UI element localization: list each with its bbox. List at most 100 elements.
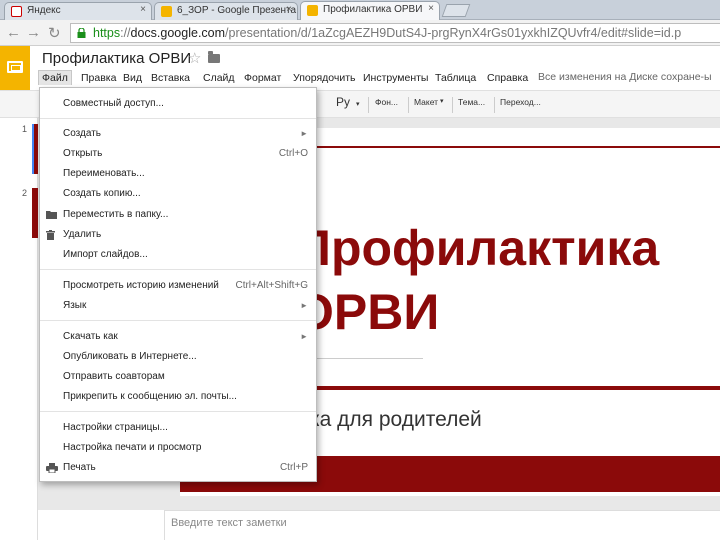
menu-label: Совместный доступ...: [63, 98, 164, 109]
menu-revision-history[interactable]: Просмотреть историю изменений Ctrl+Alt+Sh…: [40, 276, 316, 295]
menu-open[interactable]: Открыть Ctrl+O: [40, 144, 316, 163]
menu-language[interactable]: Язык ►: [40, 296, 316, 315]
save-status: Все изменения на Диске сохране-ы: [538, 71, 712, 83]
menu-label: Импорт слайдов...: [63, 249, 148, 260]
tab-label: 6_ЗОР - Google Презента: [177, 5, 297, 16]
menu-label: Настройка печати и просмотр: [63, 442, 202, 453]
star-icon[interactable]: ☆: [188, 49, 201, 67]
menu-rename[interactable]: Переименовать...: [40, 164, 316, 183]
tab-label: Яндекс: [27, 5, 61, 16]
background-menu[interactable]: Фон...: [375, 97, 398, 107]
menu-label: Печать: [63, 462, 96, 473]
menu-label: Отправить соавторам: [63, 371, 165, 382]
menu-move[interactable]: Переместить в папку...: [40, 205, 316, 224]
menu-table[interactable]: Таблица: [432, 71, 479, 85]
menu-create[interactable]: Создать ►: [40, 124, 316, 143]
toolbar-divider: [494, 97, 495, 113]
menu-arrange[interactable]: Упорядочить: [290, 71, 358, 85]
menu-delete[interactable]: Удалить: [40, 225, 316, 244]
slides-logo[interactable]: [0, 46, 30, 90]
menu-insert[interactable]: Вставка: [148, 71, 193, 85]
back-arrow-icon[interactable]: ←: [6, 24, 21, 41]
menu-label: Переместить в папку...: [63, 209, 169, 220]
menu-tools[interactable]: Инструменты: [360, 71, 431, 85]
menu-label: Открыть: [63, 148, 103, 159]
toolbar-divider: [408, 97, 409, 113]
toolbar-divider: [452, 97, 453, 113]
chevron-down-icon[interactable]: ▾: [356, 100, 360, 108]
slides-icon: [7, 61, 23, 73]
menu-label: Прикрепить к сообщению эл. почты...: [63, 391, 237, 402]
menu-share[interactable]: Совместный доступ...: [40, 94, 316, 113]
address-bar: ← → ↻ https://docs.google.com/presentati…: [0, 20, 720, 46]
slide-title[interactable]: Профилактика ОРВИ: [295, 216, 720, 344]
menu-label: Удалить: [63, 229, 102, 240]
menu-label: Настройки страницы...: [63, 422, 168, 433]
browser-tab-6zor[interactable]: 6_ЗОР - Google Презента ×: [154, 2, 298, 20]
reload-icon[interactable]: ↻: [48, 24, 61, 42]
new-tab-button[interactable]: [441, 4, 471, 17]
menu-shortcut: Ctrl+O: [278, 148, 308, 159]
browser-tab-orvi[interactable]: Профилактика ОРВИ ×: [300, 1, 440, 21]
trash-icon: [46, 230, 55, 240]
url-host: docs.google.com: [130, 26, 226, 40]
menu-email-attachment[interactable]: Прикрепить к сообщению эл. почты...: [40, 387, 316, 406]
app-header: Профилактика ОРВИ ☆ Файл Правка Вид Вста…: [0, 46, 720, 90]
transition-menu[interactable]: Переход...: [500, 97, 541, 107]
menu-label: Создать: [63, 128, 102, 139]
submenu-arrow-icon: ►: [300, 332, 308, 341]
slides-favicon-icon: [161, 6, 172, 17]
menu-print-settings[interactable]: Настройка печати и просмотр: [40, 438, 316, 457]
lock-icon: [77, 28, 86, 38]
printer-icon: [46, 463, 58, 473]
slide-number: 2: [22, 188, 28, 198]
toolbar-divider: [368, 97, 369, 113]
chevron-down-icon[interactable]: ▾: [440, 97, 444, 105]
menu-format[interactable]: Формат: [241, 71, 284, 85]
slide-number: 1: [22, 124, 28, 134]
menu-label: Переименовать...: [63, 168, 145, 179]
theme-menu[interactable]: Тема...: [458, 97, 485, 107]
menu-divider: [40, 269, 316, 270]
menu-view[interactable]: Вид: [120, 71, 145, 85]
close-tab-icon[interactable]: ×: [428, 3, 434, 14]
menu-label: Скачать как: [63, 331, 118, 342]
menu-email-collaborators[interactable]: Отправить соавторам: [40, 367, 316, 386]
menu-download-as[interactable]: Скачать как ►: [40, 327, 316, 346]
layout-menu[interactable]: Макет: [414, 97, 438, 107]
menu-edit[interactable]: Правка: [78, 71, 119, 85]
slide-filmstrip: 1 2: [0, 118, 40, 540]
close-tab-icon[interactable]: ×: [286, 4, 292, 15]
yandex-favicon-icon: [11, 6, 22, 17]
slides-favicon-icon: [307, 5, 318, 16]
menu-page-setup[interactable]: Настройки страницы...: [40, 418, 316, 437]
font-select[interactable]: Ру: [336, 95, 350, 109]
speaker-notes[interactable]: Введите текст заметки: [164, 510, 720, 540]
browser-tab-strip: Яндекс × 6_ЗОР - Google Презента × Профи…: [0, 0, 720, 21]
menu-divider: [40, 411, 316, 412]
menu-copy[interactable]: Создать копию...: [40, 184, 316, 203]
menu-divider: [40, 118, 316, 119]
browser-tab-yandex[interactable]: Яндекс ×: [4, 2, 152, 20]
close-tab-icon[interactable]: ×: [140, 4, 146, 15]
forward-arrow-icon[interactable]: →: [26, 24, 41, 41]
slide-subtitle[interactable]: ка для родителей: [310, 408, 482, 432]
file-menu-dropdown: Совместный доступ... Создать ► Открыть Ctr…: [39, 87, 317, 482]
menu-print[interactable]: Печать Ctrl+P: [40, 458, 316, 477]
menu-slide[interactable]: Слайд: [200, 71, 238, 85]
title-divider: [315, 358, 423, 359]
url-path: /presentation/d/1aZcgAEZH9DutS4J-prgRynX…: [225, 26, 682, 40]
url-input[interactable]: https://docs.google.com/presentation/d/1…: [70, 23, 720, 43]
folder-icon[interactable]: [208, 51, 220, 63]
url-scheme: https: [93, 26, 121, 40]
menu-label: Язык: [63, 300, 87, 311]
folder-icon: [46, 211, 57, 219]
menu-shortcut: Ctrl+P: [279, 462, 308, 473]
document-title[interactable]: Профилактика ОРВИ: [42, 50, 191, 67]
menu-publish[interactable]: Опубликовать в Интернете...: [40, 347, 316, 366]
menu-help[interactable]: Справка: [484, 71, 531, 85]
url-separator: ://: [120, 26, 131, 40]
menu-import-slides[interactable]: Импорт слайдов...: [40, 245, 316, 264]
menu-file[interactable]: Файл: [38, 70, 72, 85]
notes-placeholder: Введите текст заметки: [171, 517, 287, 529]
